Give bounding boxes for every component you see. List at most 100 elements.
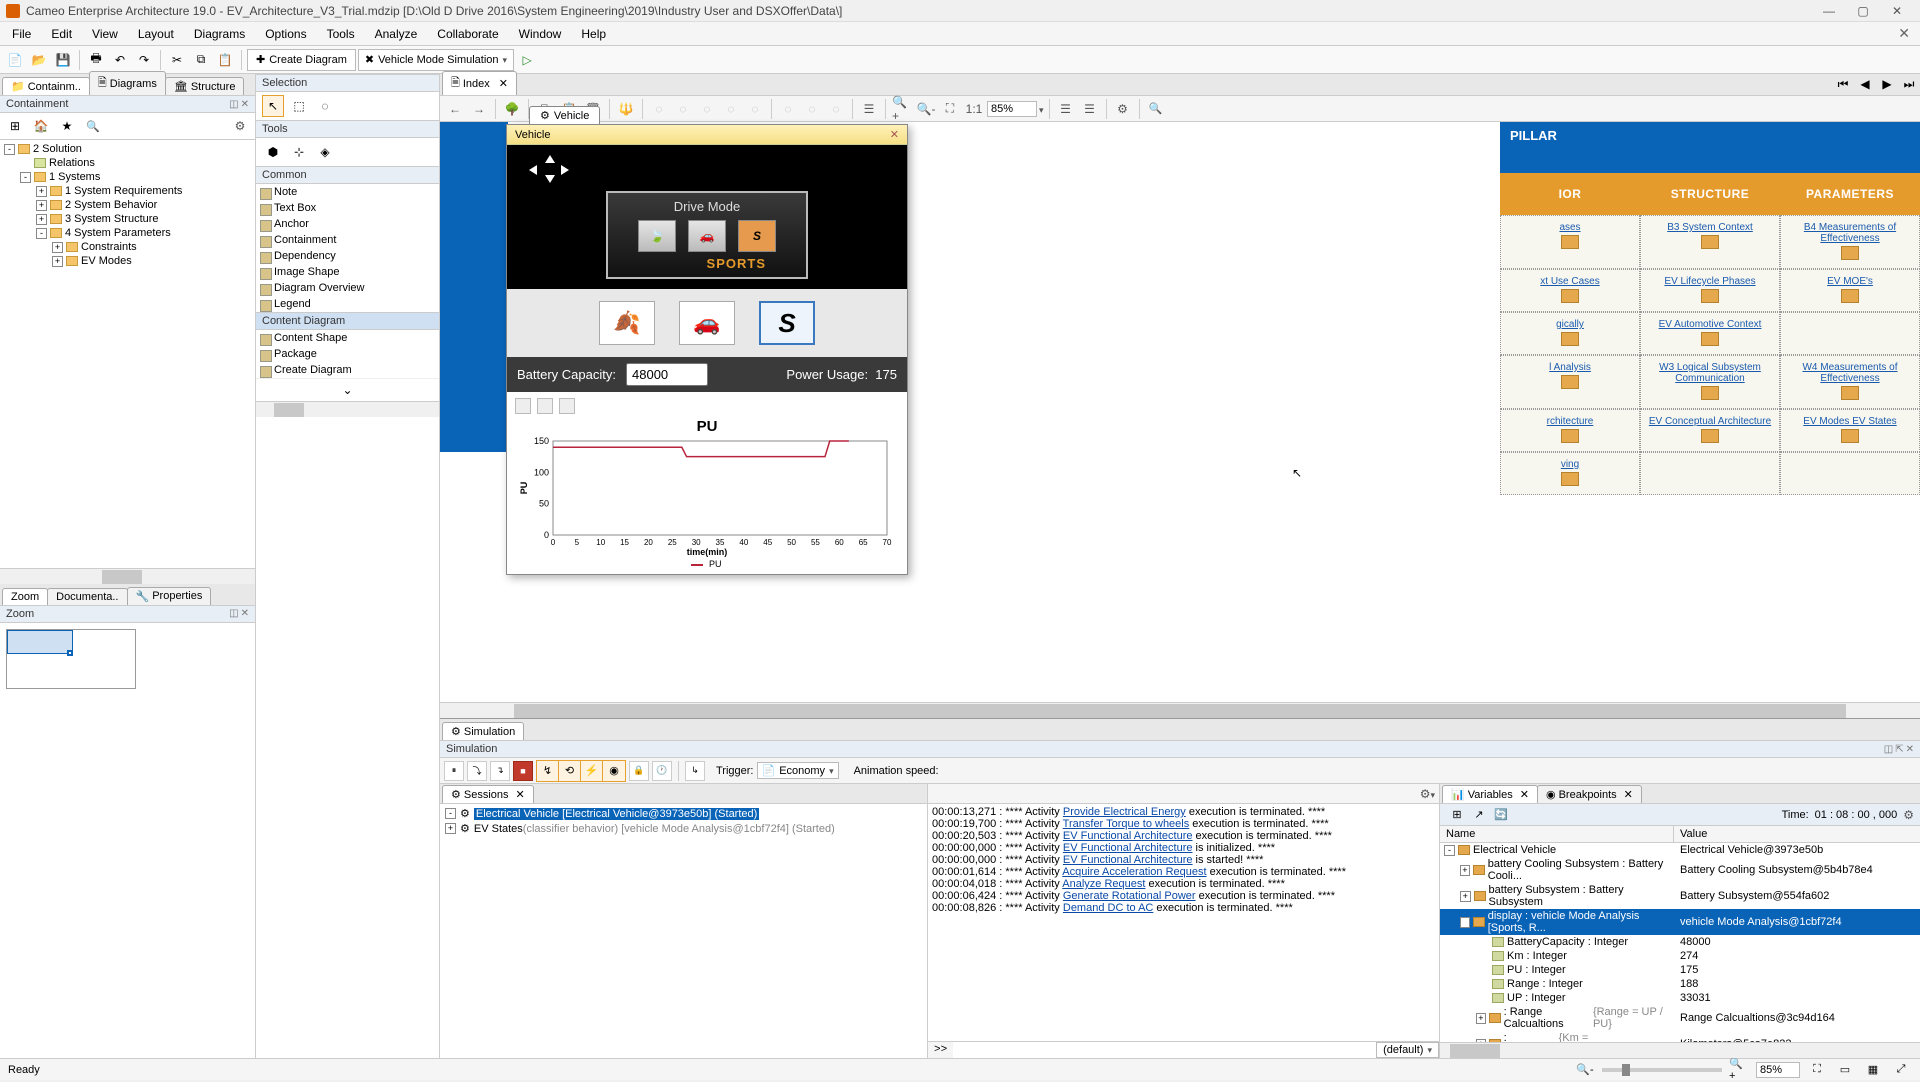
tree-row[interactable]: +EV Modes (0, 254, 255, 268)
palette-item[interactable]: Diagram Overview (256, 280, 439, 296)
variable-row[interactable]: PU : Integer175 (1440, 963, 1920, 977)
matrix-cell[interactable]: EV Conceptual Architecture (1640, 409, 1780, 452)
variable-row[interactable]: + battery Subsystem : Battery SubsystemB… (1440, 883, 1920, 909)
status-zoom-slider[interactable] (1602, 1068, 1722, 1072)
menu-view[interactable]: View (82, 24, 128, 44)
matrix-cell[interactable]: W3 Logical Subsystem Communication (1640, 355, 1780, 409)
status-zoom-in-icon[interactable]: 🔍+ (1728, 1059, 1750, 1081)
menu-edit[interactable]: Edit (41, 24, 82, 44)
variable-row[interactable]: - display : vehicle Mode Analysis [Sport… (1440, 909, 1920, 935)
tab-sessions[interactable]: ⚙Sessions✕ (442, 785, 534, 803)
matrix-cell[interactable]: l Analysis (1500, 355, 1640, 409)
palette-item[interactable]: Note (256, 184, 439, 200)
variable-row[interactable]: + battery Cooling Subsystem : Battery Co… (1440, 857, 1920, 883)
variable-row[interactable]: + : Range Calcualtions {Range = UP / PU}… (1440, 1005, 1920, 1031)
lasso-icon[interactable]: ◌ (314, 95, 336, 117)
console-input[interactable] (953, 1042, 1376, 1058)
palette-item[interactable]: Text Box (256, 200, 439, 216)
snap-icon[interactable]: ☰ (858, 98, 880, 120)
matrix-cell[interactable]: ving (1500, 452, 1640, 495)
status-fit-icon[interactable]: ⛶ (1806, 1059, 1828, 1081)
variables-table[interactable]: Name Value - Electrical VehicleElectrica… (1440, 826, 1920, 1042)
tool-2-icon[interactable]: ⊹ (288, 141, 310, 163)
copy-icon[interactable]: ⧉ (190, 49, 212, 71)
pane-close-icon[interactable]: ✕ (241, 99, 249, 110)
canvas-hscroll[interactable] (440, 702, 1920, 718)
clock-icon[interactable]: 🕐 (652, 761, 672, 781)
tree-row[interactable]: +2 System Behavior (0, 198, 255, 212)
run-icon[interactable]: ▷ (516, 49, 538, 71)
vars-hscroll[interactable] (1440, 1042, 1920, 1058)
containment-tree[interactable]: -2 SolutionRelations-1 Systems+1 System … (0, 140, 255, 568)
tab-index[interactable]: 🗎Index✕ (442, 71, 517, 95)
marquee-icon[interactable]: ⬚ (288, 95, 310, 117)
variable-row[interactable]: - Electrical VehicleElectrical Vehicle@3… (1440, 843, 1920, 857)
stop-icon[interactable]: ■ (513, 761, 533, 781)
save-icon[interactable]: 💾 (52, 49, 74, 71)
create-diagram-button[interactable]: ✚Create Diagram (247, 49, 356, 71)
sessions-tree[interactable]: -⚙Electrical Vehicle [Electrical Vehicle… (440, 804, 927, 1058)
status-grid-icon[interactable]: ▦ (1862, 1059, 1884, 1081)
tree-row[interactable]: Relations (0, 156, 255, 170)
menu-tools[interactable]: Tools (317, 24, 365, 44)
tab-diagrams[interactable]: 🗎Diagrams (89, 71, 166, 95)
variable-row[interactable]: + : Kilometers {Km = BatteryCapacity/PU}… (1440, 1031, 1920, 1042)
tree-row[interactable]: +3 System Structure (0, 212, 255, 226)
vehicle-tab[interactable]: ⚙Vehicle (529, 106, 600, 124)
lock-icon[interactable]: 🔒 (629, 761, 649, 781)
cut-icon[interactable]: ✂ (166, 49, 188, 71)
matrix-cell[interactable]: gically (1500, 312, 1640, 355)
fwd-icon[interactable]: → (468, 98, 490, 120)
palette-item[interactable]: Containment (256, 232, 439, 248)
trigger-combo[interactable]: 📄Economy (757, 762, 839, 779)
menu-window[interactable]: Window (509, 24, 572, 44)
zoom-fit-icon[interactable]: ⛶ (939, 98, 961, 120)
zoom-out-icon[interactable]: 🔍- (915, 98, 937, 120)
palette-item[interactable]: Dependency (256, 248, 439, 264)
palette-item[interactable]: Legend (256, 296, 439, 312)
zoom-in-icon[interactable]: 🔍+ (891, 98, 913, 120)
console[interactable]: 00:00:13,271 : **** Activity Provide Ele… (928, 804, 1439, 1041)
zoom-100-icon[interactable]: 1:1 (963, 98, 985, 120)
exit-icon[interactable]: ↳ (685, 761, 705, 781)
tab-documentation[interactable]: Documenta.. (47, 588, 127, 605)
matrix-cell[interactable]: EV Lifecycle Phases (1640, 269, 1780, 312)
tool-1-icon[interactable]: ⬢ (262, 141, 284, 163)
palette-item[interactable]: Image Shape (256, 264, 439, 280)
vars-refresh-icon[interactable]: 🔄 (1490, 804, 1512, 826)
sim-mode-group[interactable]: ↯⟲⚡◉ (536, 760, 626, 782)
chart-copy-icon[interactable] (537, 398, 553, 414)
palette-item[interactable]: Content Shape (256, 330, 439, 346)
tab-properties[interactable]: 🔧Properties (127, 587, 212, 605)
variable-row[interactable]: Km : Integer274 (1440, 949, 1920, 963)
min-icon[interactable]: ◫ (229, 99, 238, 110)
maximize-button[interactable]: ▢ (1846, 1, 1880, 21)
matrix-cell[interactable] (1640, 452, 1780, 495)
pointer-icon[interactable]: ↖ (262, 95, 284, 117)
mode-sport-button[interactable]: S (759, 301, 815, 345)
palette-content-diagram[interactable]: Content Diagram (256, 312, 439, 330)
battery-capacity-input[interactable] (626, 363, 708, 386)
matrix-cell[interactable] (1780, 312, 1920, 355)
matrix-cell[interactable] (1780, 452, 1920, 495)
console-default-combo[interactable]: (default) (1376, 1042, 1439, 1058)
menu-file[interactable]: File (2, 24, 41, 44)
nav-next-icon[interactable]: ▶ (1876, 73, 1898, 95)
variable-row[interactable]: UP : Integer33031 (1440, 991, 1920, 1005)
menu-help[interactable]: Help (571, 24, 616, 44)
tab-zoom[interactable]: Zoom (2, 588, 48, 605)
close-button[interactable]: ✕ (1880, 1, 1914, 21)
vars-expand-icon[interactable]: ⊞ (1446, 804, 1468, 826)
diagram-search-icon[interactable] (1145, 98, 1167, 120)
matrix-cell[interactable]: ases (1500, 215, 1640, 269)
step-into-icon[interactable]: ↴ (490, 761, 510, 781)
palette-item[interactable]: Package (256, 346, 439, 362)
variable-row[interactable]: Range : Integer188 (1440, 977, 1920, 991)
step-over-icon[interactable]: ⤵ (467, 761, 487, 781)
back-icon[interactable]: ← (444, 98, 466, 120)
tree-hscroll[interactable] (0, 568, 255, 584)
menu-analyze[interactable]: Analyze (365, 24, 428, 44)
tab-simulation[interactable]: ⚙Simulation (442, 722, 524, 740)
tab-close-icon[interactable]: ✕ (499, 77, 508, 90)
matrix-cell[interactable]: B3 System Context (1640, 215, 1780, 269)
